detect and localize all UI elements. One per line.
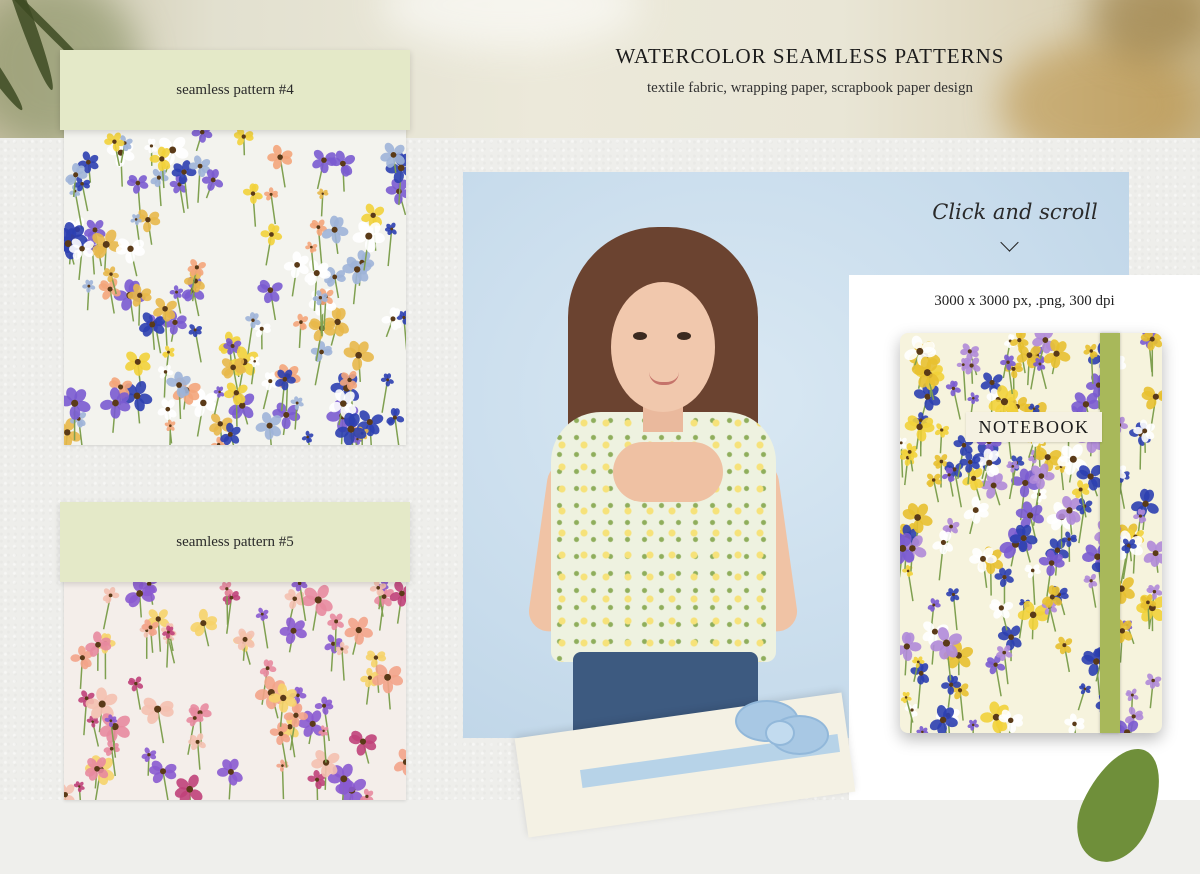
notebook-mockup <box>900 333 1162 733</box>
gift-bow-center <box>765 720 795 746</box>
product-spec: 3000 x 3000 px, .png, 300 dpi <box>849 293 1200 310</box>
pattern-4-swatch <box>64 130 406 445</box>
pattern-4-label-text: seamless pattern #4 <box>176 82 293 99</box>
page-subtitle: textile fabric, wrapping paper, scrapboo… <box>540 80 1080 97</box>
pattern-5-swatch <box>64 582 406 800</box>
pattern-5-label-text: seamless pattern #5 <box>176 534 293 551</box>
pattern-5-label: seamless pattern #5 <box>60 502 410 582</box>
page-title: WATERCOLOR SEAMLESS PATTERNS <box>540 44 1080 69</box>
pattern-4-label: seamless pattern #4 <box>60 50 410 130</box>
click-and-scroll-hint[interactable]: Click and scroll <box>930 200 1100 224</box>
notebook-elastic-band <box>1100 333 1120 733</box>
notebook-label: NOTEBOOK <box>966 412 1102 442</box>
